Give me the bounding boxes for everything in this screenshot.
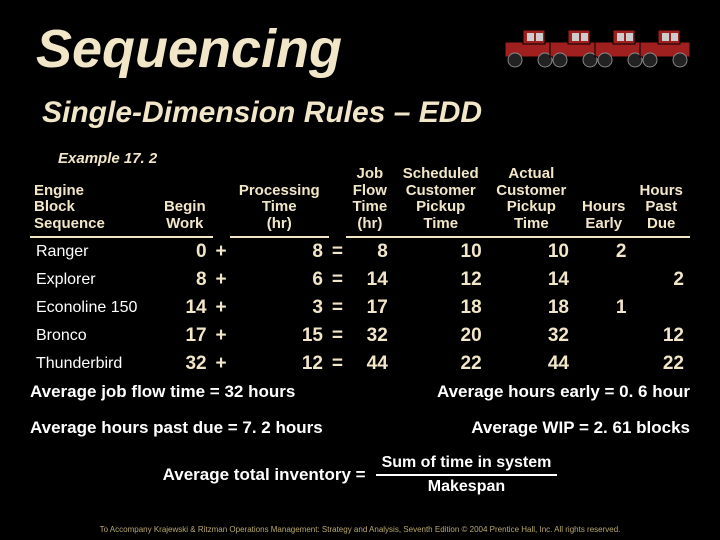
- cell-op-plus: +: [213, 322, 230, 350]
- avg-flow-time: Average job flow time = 32 hours: [30, 382, 295, 402]
- car-cluster: [520, 20, 700, 70]
- cell-name: Thunderbird: [30, 350, 157, 378]
- cell-early: 2: [575, 237, 632, 266]
- cell-early: [575, 322, 632, 350]
- col-actual: Actual Customer Pickup Time: [488, 165, 575, 237]
- cell-actual: 14: [488, 266, 575, 294]
- avg-hours-past-due: Average hours past due = 7. 2 hours: [30, 418, 323, 438]
- col-proc: Processing Time (hr): [230, 165, 330, 237]
- cell-early: [575, 350, 632, 378]
- fraction-denominator: Makespan: [376, 476, 558, 496]
- cell-name: Ranger: [30, 237, 157, 266]
- col-begin: Begin Work: [157, 165, 213, 237]
- table-row: Explorer8+6=1412142: [30, 266, 690, 294]
- cell-flow: 32: [346, 322, 394, 350]
- cell-proc: 3: [230, 294, 330, 322]
- cell-actual: 10: [488, 237, 575, 266]
- cell-actual: 32: [488, 322, 575, 350]
- cell-begin: 8: [157, 266, 213, 294]
- cell-actual: 18: [488, 294, 575, 322]
- slide-subtitle: Single-Dimension Rules – EDD: [42, 96, 482, 130]
- avg-hours-early: Average hours early = 0. 6 hour: [437, 382, 690, 402]
- cell-op-eq: =: [329, 350, 346, 378]
- fraction-numerator: Sum of time in system: [376, 454, 558, 476]
- cell-actual: 44: [488, 350, 575, 378]
- cell-proc: 6: [230, 266, 330, 294]
- cell-sched: 18: [394, 294, 488, 322]
- cell-proc: 8: [230, 237, 330, 266]
- cell-op-plus: +: [213, 237, 230, 266]
- avg-wip: Average WIP = 2. 61 blocks: [471, 418, 690, 438]
- cell-flow: 14: [346, 266, 394, 294]
- cell-past: 12: [632, 322, 690, 350]
- cell-begin: 17: [157, 322, 213, 350]
- col-name: Engine Block Sequence: [30, 165, 157, 237]
- cell-past: 22: [632, 350, 690, 378]
- summary-row-1: Average job flow time = 32 hours Average…: [30, 382, 690, 402]
- data-table: Engine Block Sequence Begin Work Process…: [30, 165, 690, 378]
- cell-flow: 44: [346, 350, 394, 378]
- cell-sched: 10: [394, 237, 488, 266]
- cell-op-plus: +: [213, 266, 230, 294]
- cell-sched: 20: [394, 322, 488, 350]
- cell-past: [632, 294, 690, 322]
- col-sched: Scheduled Customer Pickup Time: [394, 165, 488, 237]
- cell-name: Econoline 150: [30, 294, 157, 322]
- col-past: Hours Past Due: [632, 165, 690, 237]
- cell-early: 1: [575, 294, 632, 322]
- cell-proc: 15: [230, 322, 330, 350]
- cell-op-plus: +: [213, 350, 230, 378]
- car-icon: [630, 20, 700, 70]
- cell-sched: 12: [394, 266, 488, 294]
- cell-flow: 8: [346, 237, 394, 266]
- col-flow: Job Flow Time (hr): [346, 165, 394, 237]
- cell-past: 2: [632, 266, 690, 294]
- footer-text: To Accompany Krajewski & Ritzman Operati…: [0, 525, 720, 534]
- table-row: Thunderbird32+12=44224422: [30, 350, 690, 378]
- cell-op-eq: =: [329, 237, 346, 266]
- cell-proc: 12: [230, 350, 330, 378]
- inventory-fraction: Sum of time in system Makespan: [376, 454, 558, 495]
- summary-row-3: Average total inventory = Sum of time in…: [30, 454, 690, 495]
- table-row: Econoline 15014+3=1718181: [30, 294, 690, 322]
- cell-name: Bronco: [30, 322, 157, 350]
- cell-begin: 14: [157, 294, 213, 322]
- cell-sched: 22: [394, 350, 488, 378]
- summary-row-2: Average hours past due = 7. 2 hours Aver…: [30, 418, 690, 438]
- table-row: Ranger0+8=810102: [30, 237, 690, 266]
- col-early: Hours Early: [575, 165, 632, 237]
- slide-title: Sequencing: [36, 18, 342, 80]
- cell-begin: 0: [157, 237, 213, 266]
- cell-op-eq: =: [329, 294, 346, 322]
- cell-op-eq: =: [329, 266, 346, 294]
- cell-begin: 32: [157, 350, 213, 378]
- table-row: Bronco17+15=32203212: [30, 322, 690, 350]
- cell-early: [575, 266, 632, 294]
- cell-op-eq: =: [329, 322, 346, 350]
- cell-flow: 17: [346, 294, 394, 322]
- cell-past: [632, 237, 690, 266]
- avg-total-inventory-label: Average total inventory =: [163, 465, 366, 485]
- cell-name: Explorer: [30, 266, 157, 294]
- cell-op-plus: +: [213, 294, 230, 322]
